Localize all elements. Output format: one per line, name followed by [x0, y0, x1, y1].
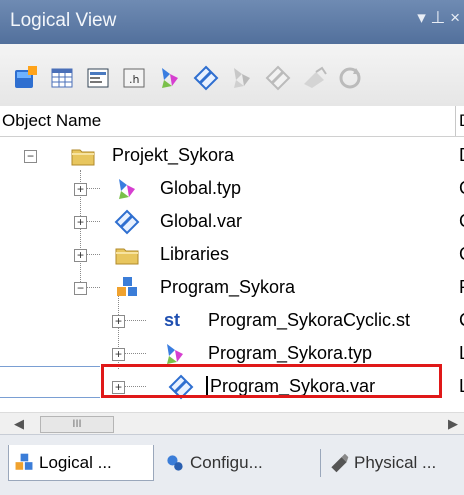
tree-label: Program_SykoraCyclic.st — [208, 310, 411, 330]
header-file-icon[interactable]: .h — [120, 64, 148, 92]
expand-icon[interactable]: + — [112, 348, 125, 361]
column-header: Object Name D — [0, 106, 464, 137]
tree-extra: G — [459, 244, 464, 265]
folder-icon — [115, 248, 139, 265]
tree-extra: D — [459, 145, 464, 166]
refresh-disabled-icon[interactable] — [336, 64, 364, 92]
column-separator[interactable] — [455, 106, 456, 136]
tree-extra: G — [459, 178, 464, 199]
tree-row-global-var[interactable]: + Global.var G — [0, 205, 464, 238]
tab-label: Physical ... — [354, 453, 437, 472]
svg-text:.h: .h — [129, 73, 139, 86]
tree-label: Global.typ — [160, 178, 242, 198]
tree-row-global-typ[interactable]: + Global.typ G — [0, 172, 464, 205]
tree-row-cyclic-st[interactable]: + st Program_SykoraCyclic.st C — [0, 304, 464, 337]
tree-label: Program_Sykora — [160, 277, 296, 297]
tree-label: Libraries — [160, 244, 230, 264]
move-disabled-icon[interactable] — [300, 64, 328, 92]
window-title: Logical View — [10, 10, 117, 31]
toolbar: .h — [0, 44, 464, 107]
collapse-icon[interactable]: − — [74, 282, 87, 295]
variable-icon[interactable] — [192, 64, 220, 92]
tree-row-program-sykora[interactable]: − Program_Sykora P — [0, 271, 464, 304]
selection-line — [0, 366, 100, 367]
type-disabled-icon[interactable] — [228, 64, 256, 92]
title-bar-controls[interactable]: ▾ ⊥ × — [417, 8, 460, 28]
view-tabs: Logical ... Configu... Physical ... — [0, 434, 464, 495]
form-view-icon[interactable] — [84, 64, 112, 92]
tab-label: Logical ... — [39, 452, 112, 472]
physical-view-icon — [331, 453, 349, 473]
tab-label: Configu... — [190, 453, 263, 472]
program-icon — [117, 277, 137, 296]
tab-configuration[interactable]: Configu... — [160, 445, 320, 481]
tab-separator — [320, 449, 321, 477]
tree-label: Projekt_Sykora — [112, 145, 235, 165]
scroll-left-icon[interactable]: ◀ — [14, 416, 24, 432]
variable-disabled-icon[interactable] — [264, 64, 292, 92]
tree-extra: P — [459, 277, 464, 298]
column-object-name[interactable]: Object Name — [2, 111, 101, 131]
scroll-right-icon[interactable]: ▶ — [448, 416, 458, 432]
tree-row-projekt[interactable]: − Projekt_Sykora D — [0, 139, 464, 172]
configuration-icon — [167, 455, 183, 471]
column-second[interactable]: D — [459, 111, 464, 131]
expand-icon[interactable]: + — [74, 216, 87, 229]
logical-view-icon — [15, 453, 33, 470]
tab-physical[interactable]: Physical ... — [324, 445, 464, 481]
tree-label: Program_Sykora.typ — [208, 343, 373, 363]
project-tree: − Projekt_Sykora D + Global.typ G + Glob… — [0, 137, 464, 400]
expand-icon[interactable]: + — [74, 183, 87, 196]
type-icon — [119, 179, 135, 199]
expand-icon[interactable]: + — [112, 315, 125, 328]
tree-label: Global.var — [160, 211, 243, 231]
title-bar: Logical View ▾ ⊥ × — [0, 0, 464, 44]
tree-extra: G — [459, 211, 464, 232]
selection-line — [0, 397, 100, 398]
st-file-icon: st — [164, 310, 181, 330]
variable-icon — [114, 209, 140, 235]
window-controls-glyphs[interactable]: ▾ ⊥ × — [417, 8, 460, 28]
scroll-thumb[interactable]: III — [40, 416, 114, 433]
highlight-box — [101, 364, 442, 398]
tree-extra: C — [459, 310, 464, 331]
tab-logical[interactable]: Logical ... — [8, 445, 154, 481]
new-object-icon[interactable] — [12, 64, 40, 92]
tree-extra: L — [459, 343, 464, 364]
expand-icon[interactable]: + — [74, 249, 87, 262]
type-icon[interactable] — [156, 64, 184, 92]
folder-icon — [71, 149, 95, 166]
table-view-icon[interactable] — [48, 64, 76, 92]
horizontal-scrollbar[interactable]: ◀ III ▶ — [0, 412, 464, 435]
collapse-icon[interactable]: − — [24, 150, 37, 163]
tree-row-libraries[interactable]: + Libraries G — [0, 238, 464, 271]
tree-extra: L — [459, 376, 464, 397]
